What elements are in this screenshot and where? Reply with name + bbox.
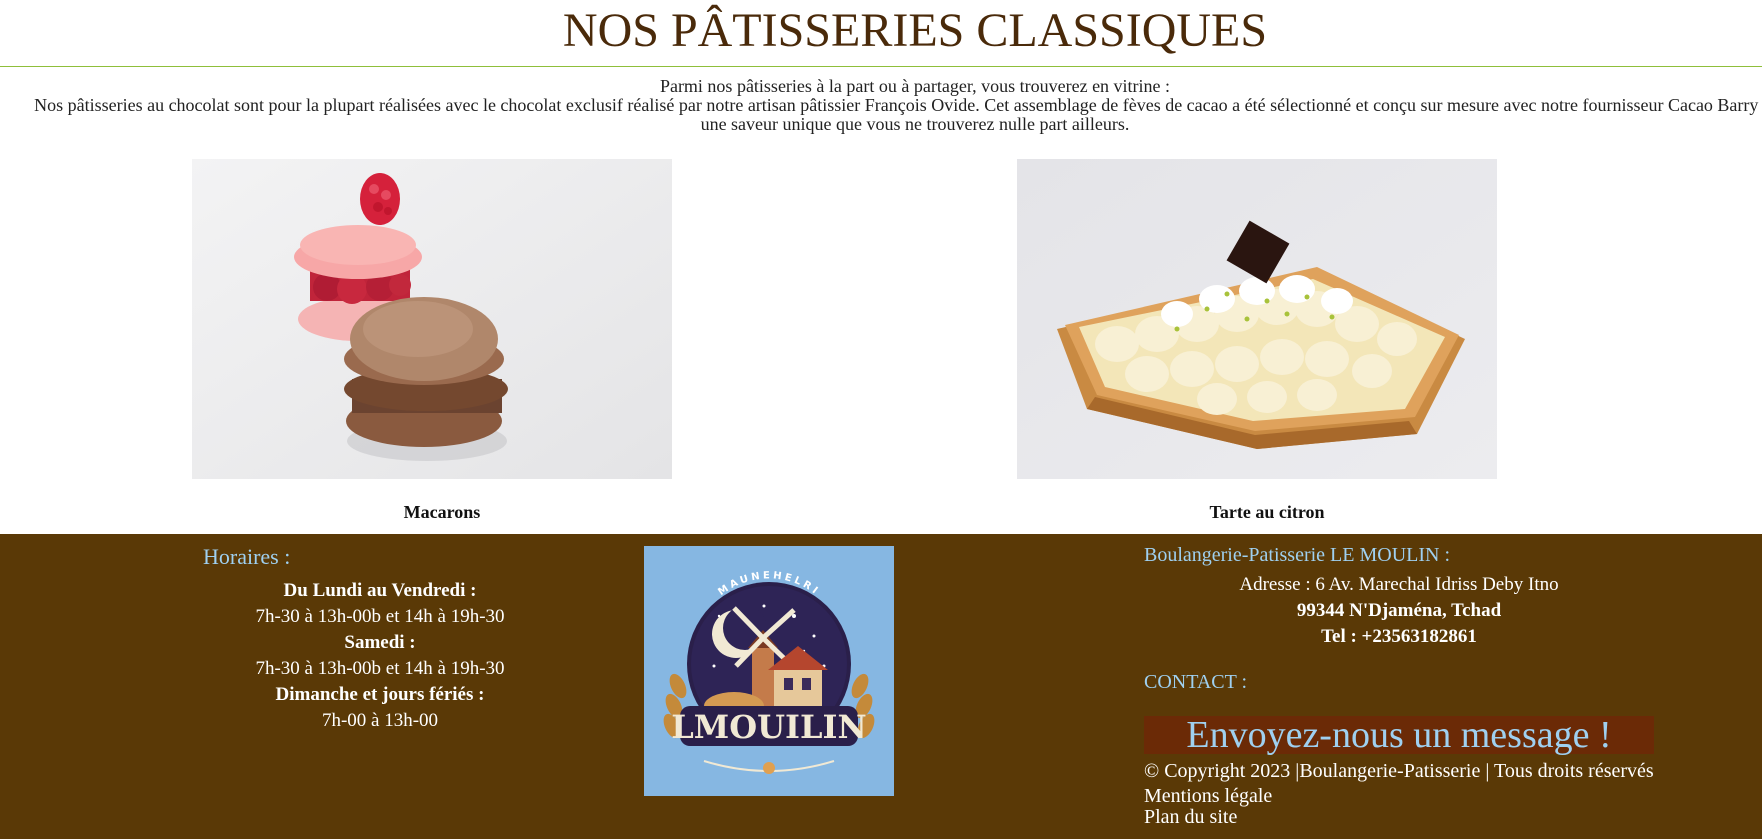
city-line: 99344 N'Djaména, Tchad [1296,600,1502,621]
opening-hours: Du Lundi au Vendredi : 7h-30 à 13h-00b e… [230,578,530,734]
sunday-hours: 7h-00 à 13h-00 [321,710,439,731]
copyright-text: © Copyright 2023 |Boulangerie-Patisserie… [1144,760,1654,782]
saturday-label: Samedi : [344,632,416,653]
contact-title: CONTACT : [1144,671,1248,693]
company-address: Adresse : 6 Av. Marechal Idriss Deby Itn… [1199,572,1599,650]
page-title: NOS PÂTISSERIES CLASSIQUES [562,4,1268,57]
intro-text: Parmi nos pâtisseries à la part ou à par… [0,77,1762,134]
intro-line-3: une saveur unique que vous ne trouverez … [700,114,1130,134]
le-moulin-logo: MAUNEHELRI LMOUILIN [644,546,894,796]
legal-notice-link[interactable]: Mentions légale [1144,785,1272,808]
sitemap-link[interactable]: Plan du site [1144,806,1237,829]
macarons-image [192,159,672,479]
title-divider [0,66,1762,67]
logo-text: LMOUILIN [671,708,866,746]
site-footer: Horaires : Du Lundi au Vendredi : 7h-30 … [0,534,1762,839]
product-name-macarons: Macarons [403,502,481,522]
saturday-hours: 7h-30 à 13h-00b et 14h à 19h-30 [255,658,505,679]
hours-title: Horaires : [203,544,291,569]
lemon-tart-image [1017,159,1497,479]
sunday-label: Dimanche et jours fériés : [275,684,485,705]
weekday-hours: 7h-30 à 13h-00b et 14h à 19h-30 [255,606,505,627]
intro-line-1: Parmi nos pâtisseries à la part ou à par… [659,76,1171,96]
phone-line: Tel : +23563182861 [1321,626,1477,647]
weekday-label: Du Lundi au Vendredi : [283,580,477,601]
send-message-button[interactable]: Envoyez-nous un message ! [1144,716,1654,754]
company-title: Boulangerie-Patisserie LE MOULIN : [1144,544,1451,566]
intro-line-2: Nos pâtisseries au chocolat sont pour la… [34,95,1762,115]
product-name-lemon-tart: Tarte au citron [1209,502,1325,522]
address-line: Adresse : 6 Av. Marechal Idriss Deby Itn… [1239,574,1559,595]
